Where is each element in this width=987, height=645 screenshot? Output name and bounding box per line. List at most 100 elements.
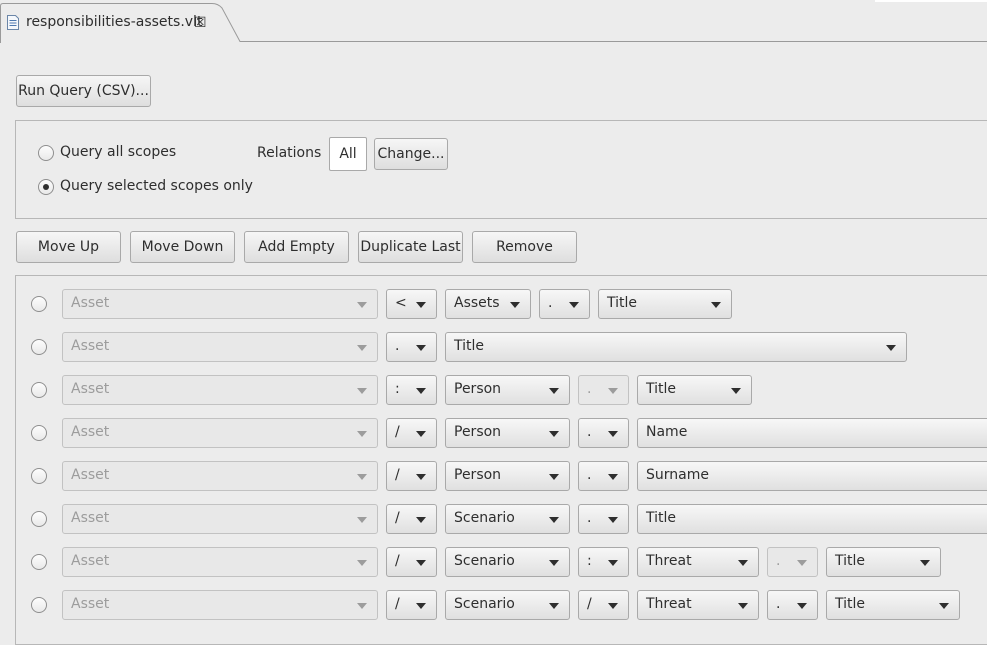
target-entity-combo[interactable]: Threat [637, 590, 759, 620]
attribute-combo[interactable]: Title [637, 504, 987, 534]
source-entity-combo[interactable]: Asset [62, 590, 378, 620]
source-entity-combo[interactable]: Asset [62, 375, 378, 405]
operator-combo[interactable]: / [386, 590, 437, 620]
target-entity-combo[interactable]: Person [445, 375, 570, 405]
operator-combo[interactable]: / [386, 504, 437, 534]
target-entity-combo[interactable]: Threat [637, 547, 759, 577]
attribute-combo[interactable]: Title [445, 332, 907, 362]
chevron-down-icon [608, 560, 618, 566]
operator-combo[interactable]: . [767, 547, 818, 577]
operator-combo[interactable]: : [578, 547, 629, 577]
row-select-radio[interactable] [31, 511, 47, 527]
chevron-down-icon [939, 603, 949, 609]
operator-combo[interactable]: / [578, 590, 629, 620]
source-entity-combo[interactable]: Asset [62, 504, 378, 534]
operator-combo[interactable]: / [386, 547, 437, 577]
attribute-combo[interactable]: Title [637, 375, 752, 405]
combo-value: Name [646, 424, 688, 440]
target-entity-combo[interactable]: Person [445, 461, 570, 491]
row-select-radio[interactable] [31, 597, 47, 613]
combo-value: Asset [71, 424, 110, 440]
add-empty-button[interactable]: Add Empty [244, 231, 349, 263]
relations-value: All [339, 146, 357, 162]
editor-tab-title[interactable]: responsibilities-assets.vlt [26, 14, 202, 30]
remove-button[interactable]: Remove [472, 231, 577, 263]
chevron-down-icon [608, 474, 618, 480]
close-tab-icon[interactable]: ☒ [194, 14, 207, 32]
row-select-radio[interactable] [31, 468, 47, 484]
chevron-down-icon [416, 603, 426, 609]
window-edge [875, 0, 987, 2]
chevron-down-icon [357, 431, 367, 437]
run-query-csv-button[interactable]: Run Query (CSV)... [16, 75, 151, 107]
source-entity-combo[interactable]: Asset [62, 461, 378, 491]
move-up-button[interactable]: Move Up [16, 231, 121, 263]
file-document-icon [7, 15, 19, 30]
chevron-down-icon [357, 560, 367, 566]
chevron-down-icon [416, 388, 426, 394]
chevron-down-icon [608, 603, 618, 609]
query-selected-scopes-label[interactable]: Query selected scopes only [60, 178, 253, 194]
chevron-down-icon [416, 517, 426, 523]
query-all-scopes-label[interactable]: Query all scopes [60, 144, 176, 160]
operator-combo[interactable]: . [578, 375, 629, 405]
combo-value: Title [607, 295, 638, 311]
combo-value: . [395, 338, 400, 354]
attribute-combo[interactable]: Surname [637, 461, 987, 491]
operator-combo[interactable]: . [539, 289, 590, 319]
combo-value: Scenario [454, 553, 515, 569]
row-select-radio[interactable] [31, 554, 47, 570]
combo-value: Title [835, 553, 866, 569]
chevron-down-icon [416, 302, 426, 308]
target-entity-combo[interactable]: Assets [445, 289, 531, 319]
relations-value-field: All [329, 137, 367, 171]
chevron-down-icon [549, 560, 559, 566]
chevron-down-icon [711, 302, 721, 308]
chevron-down-icon [738, 560, 748, 566]
chevron-down-icon [608, 431, 618, 437]
combo-value: Person [454, 424, 502, 440]
operator-combo[interactable]: . [386, 332, 437, 362]
combo-value: . [587, 381, 592, 397]
combo-value: Person [454, 381, 502, 397]
row-select-radio[interactable] [31, 339, 47, 355]
row-select-radio[interactable] [31, 296, 47, 312]
chevron-down-icon [797, 560, 807, 566]
combo-value: Asset [71, 510, 110, 526]
operator-combo[interactable]: / [386, 418, 437, 448]
query-selected-scopes-radio[interactable] [38, 179, 54, 195]
attribute-combo[interactable]: Title [826, 547, 941, 577]
target-entity-combo[interactable]: Scenario [445, 590, 570, 620]
duplicate-last-button[interactable]: Duplicate Last [358, 231, 463, 263]
combo-value: Asset [71, 467, 110, 483]
row-select-radio[interactable] [31, 382, 47, 398]
source-entity-combo[interactable]: Asset [62, 289, 378, 319]
operator-combo[interactable]: : [386, 375, 437, 405]
query-all-scopes-radio[interactable] [38, 145, 54, 161]
combo-value: Asset [71, 553, 110, 569]
combo-value: . [587, 467, 592, 483]
attribute-combo[interactable]: Title [826, 590, 960, 620]
operator-combo[interactable]: < [386, 289, 437, 319]
source-entity-combo[interactable]: Asset [62, 332, 378, 362]
attribute-combo[interactable]: Title [598, 289, 732, 319]
relations-label: Relations [257, 145, 322, 161]
operator-combo[interactable]: . [767, 590, 818, 620]
combo-value: Asset [71, 596, 110, 612]
operator-combo[interactable]: . [578, 418, 629, 448]
target-entity-combo[interactable]: Scenario [445, 547, 570, 577]
change-relations-button[interactable]: Change... [374, 138, 448, 170]
move-down-button[interactable]: Move Down [130, 231, 235, 263]
source-entity-combo[interactable]: Asset [62, 547, 378, 577]
source-entity-combo[interactable]: Asset [62, 418, 378, 448]
operator-combo[interactable]: . [578, 461, 629, 491]
attribute-combo[interactable]: Name [637, 418, 987, 448]
operator-combo[interactable]: . [578, 504, 629, 534]
target-entity-combo[interactable]: Person [445, 418, 570, 448]
combo-value: / [395, 553, 400, 569]
combo-value: Title [454, 338, 485, 354]
target-entity-combo[interactable]: Scenario [445, 504, 570, 534]
chevron-down-icon [416, 345, 426, 351]
operator-combo[interactable]: / [386, 461, 437, 491]
row-select-radio[interactable] [31, 425, 47, 441]
